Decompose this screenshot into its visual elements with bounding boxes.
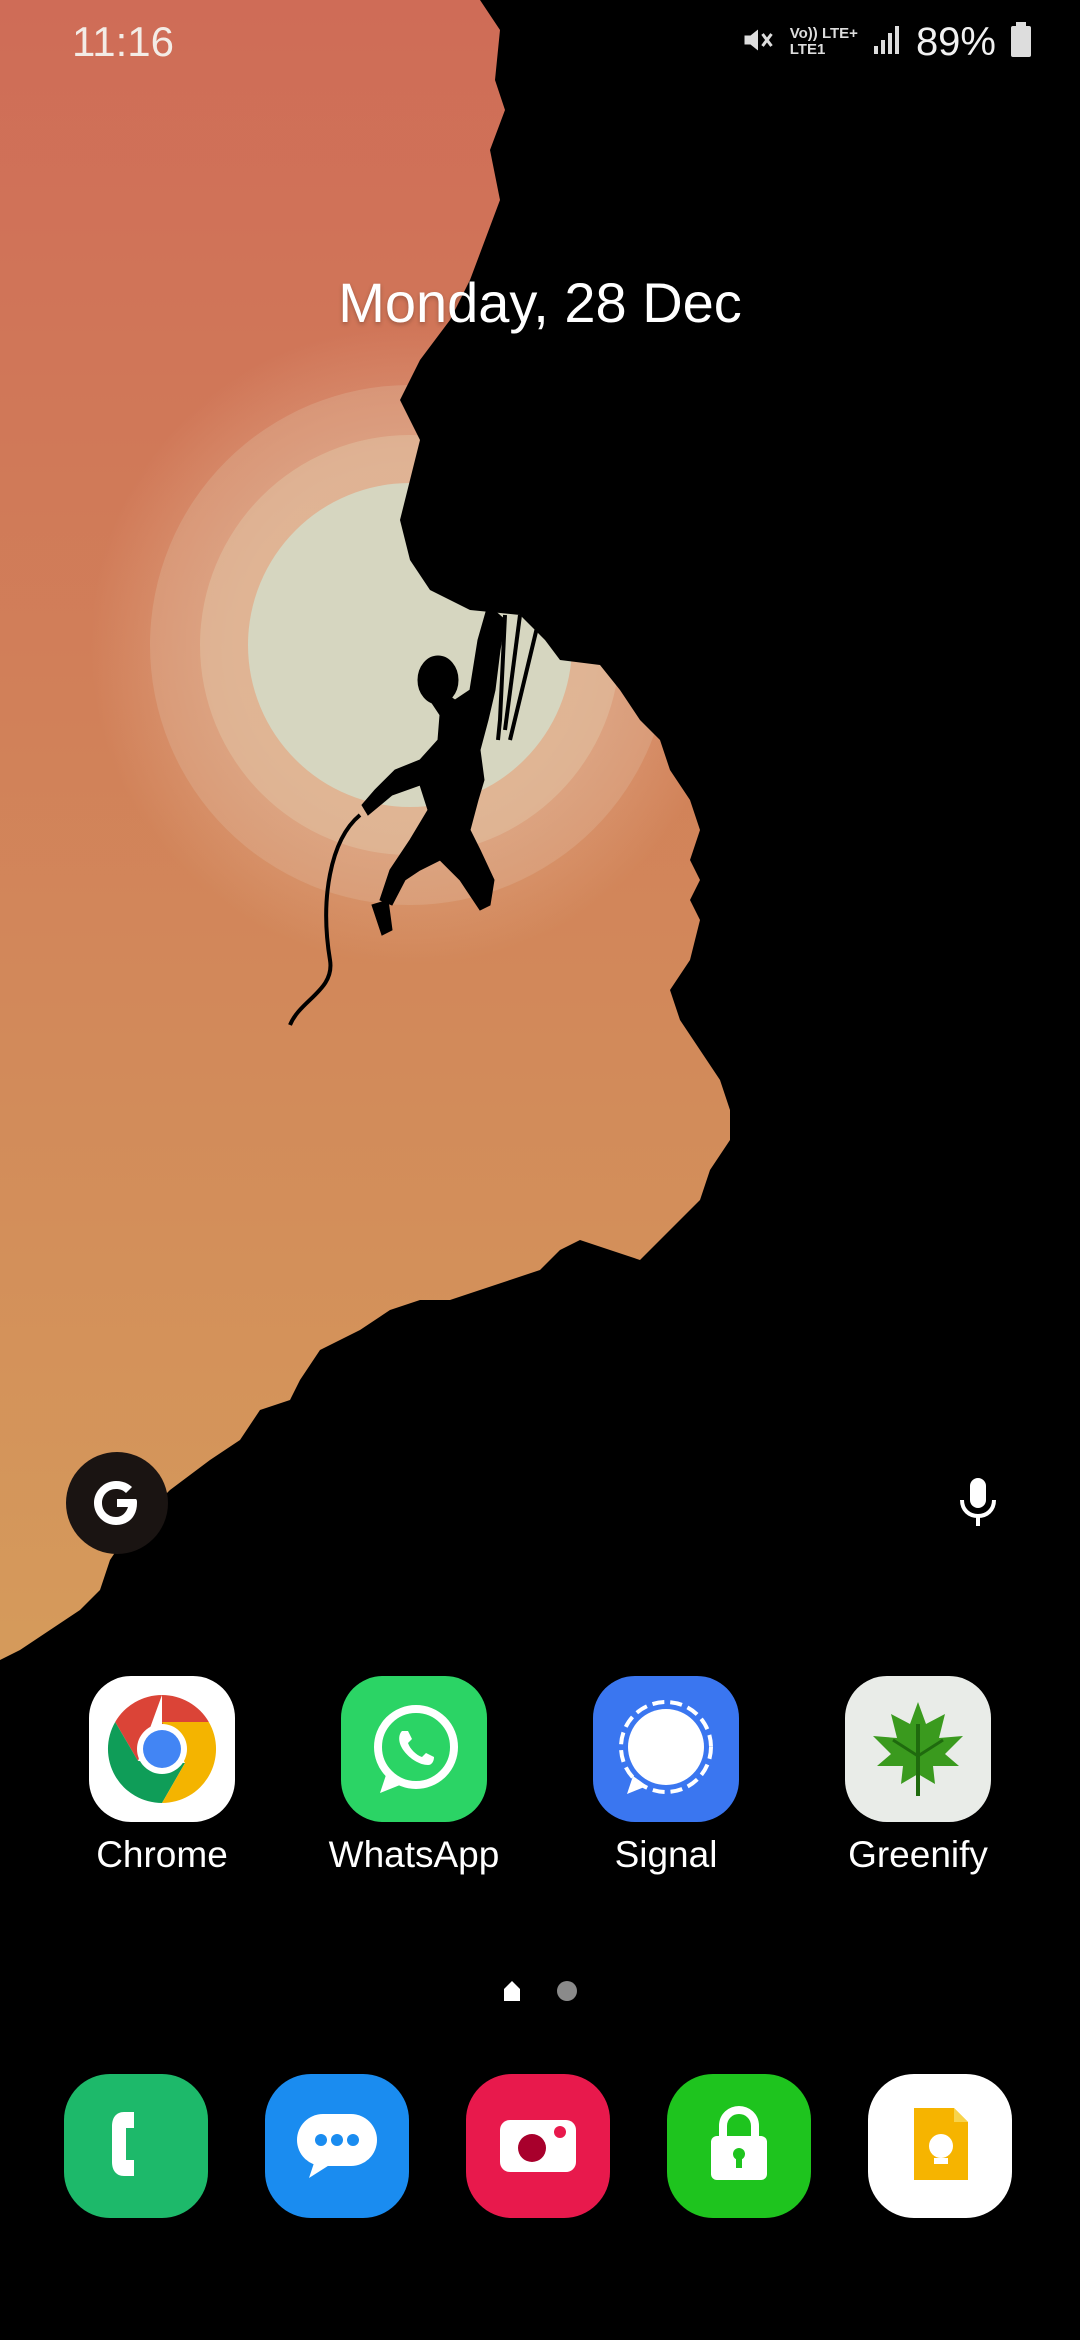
app-label: WhatsApp: [328, 1834, 500, 1875]
dock-phone-button[interactable]: [64, 2074, 208, 2218]
dock-keep-button[interactable]: [868, 2074, 1012, 2218]
app-label: Signal: [614, 1834, 718, 1875]
google-logo-icon[interactable]: [66, 1452, 168, 1554]
mute-icon: [740, 22, 776, 63]
signal-icon: [872, 24, 902, 61]
messages-icon: [289, 2096, 385, 2197]
network-labels: Vo)) LTE+ LTE1: [789, 25, 858, 58]
whatsapp-icon[interactable]: [341, 1676, 487, 1822]
status-bar: 11:16 Vo)) LTE+ LTE1 89%: [0, 0, 1080, 84]
page-dot: [557, 1981, 577, 2001]
status-time: 11:16: [72, 18, 174, 65]
google-search-bar[interactable]: [64, 1450, 1022, 1556]
lock-icon: [691, 2096, 787, 2197]
status-icons: Vo)) LTE+ LTE1 89%: [740, 16, 1032, 68]
mic-icon[interactable]: [956, 1476, 1000, 1535]
dock-lock-button[interactable]: [667, 2074, 811, 2218]
app-label: Chrome: [96, 1834, 228, 1875]
dock-messages-button[interactable]: [265, 2074, 409, 2218]
dock-camera-button[interactable]: [466, 2074, 610, 2218]
signal-app-icon[interactable]: [593, 1676, 739, 1822]
page-indicator[interactable]: [500, 1975, 600, 2005]
date-widget[interactable]: Monday, 28 Dec: [0, 270, 1080, 335]
chrome-icon[interactable]: [89, 1676, 235, 1822]
greenify-leaf-icon[interactable]: [845, 1676, 991, 1822]
app-whatsapp[interactable]: WhatsApp: [304, 1676, 524, 1876]
app-chrome[interactable]: Chrome: [52, 1676, 272, 1876]
phone-icon: [94, 2102, 178, 2191]
camera-icon: [490, 2096, 586, 2197]
app-signal[interactable]: Signal: [556, 1676, 776, 1876]
app-label: Greenify: [848, 1834, 988, 1875]
battery-icon: [1010, 21, 1032, 63]
keep-notes-icon: [892, 2096, 988, 2197]
battery-percent: 89%: [915, 19, 996, 64]
home-page-dot-icon: [504, 1981, 520, 2001]
app-greenify[interactable]: Greenify: [808, 1676, 1028, 1876]
